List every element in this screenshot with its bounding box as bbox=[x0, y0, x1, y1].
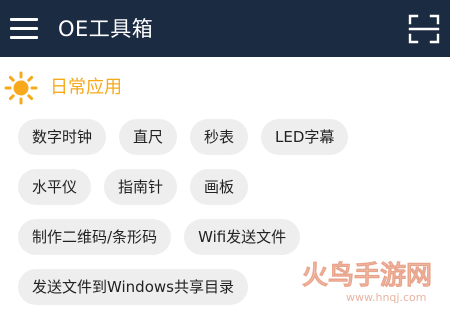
menu-button[interactable] bbox=[6, 13, 42, 45]
tool-row: 制作二维码/条形码 Wifi发送文件 bbox=[18, 219, 301, 255]
tool-row: 发送文件到Windows共享目录 bbox=[18, 269, 248, 305]
menu-bar-line bbox=[10, 36, 38, 39]
tool-row: 水平仪 指南针 画板 bbox=[18, 169, 249, 205]
watermark-brand: 火鸟手游网 bbox=[302, 260, 432, 291]
watermark-logo: 火鸟手游网 www.hnqj.com bbox=[302, 260, 433, 304]
section-title: 日常应用 bbox=[50, 77, 122, 98]
app-bar: OE工具箱 bbox=[0, 0, 450, 57]
scan-button[interactable] bbox=[407, 13, 441, 45]
sun-icon bbox=[4, 71, 38, 105]
section-header: 日常应用 bbox=[0, 68, 450, 108]
menu-bar-line bbox=[10, 27, 38, 30]
tool-chip-qr-barcode-maker[interactable]: 制作二维码/条形码 bbox=[18, 219, 172, 255]
tool-chip-stopwatch[interactable]: 秒表 bbox=[190, 119, 249, 155]
scan-frame-icon bbox=[408, 14, 440, 44]
tool-chip-digital-clock[interactable]: 数字时钟 bbox=[18, 119, 107, 155]
tool-chip-send-to-windows-share[interactable]: 发送文件到Windows共享目录 bbox=[18, 269, 248, 305]
tool-chip-wifi-file-send[interactable]: Wifi发送文件 bbox=[184, 219, 301, 255]
tool-chip-drawing-board[interactable]: 画板 bbox=[190, 169, 249, 205]
tool-row: 数字时钟 直尺 秒表 LED字幕 bbox=[18, 119, 349, 155]
app-title: OE工具箱 bbox=[58, 17, 154, 41]
tool-chip-compass[interactable]: 指南针 bbox=[104, 169, 178, 205]
tool-chip-led-banner[interactable]: LED字幕 bbox=[261, 119, 349, 155]
watermark-url: www.hnqj.com bbox=[346, 291, 426, 304]
menu-bar-line bbox=[10, 18, 38, 21]
tool-chip-level[interactable]: 水平仪 bbox=[18, 169, 92, 205]
tool-chip-ruler[interactable]: 直尺 bbox=[119, 119, 178, 155]
